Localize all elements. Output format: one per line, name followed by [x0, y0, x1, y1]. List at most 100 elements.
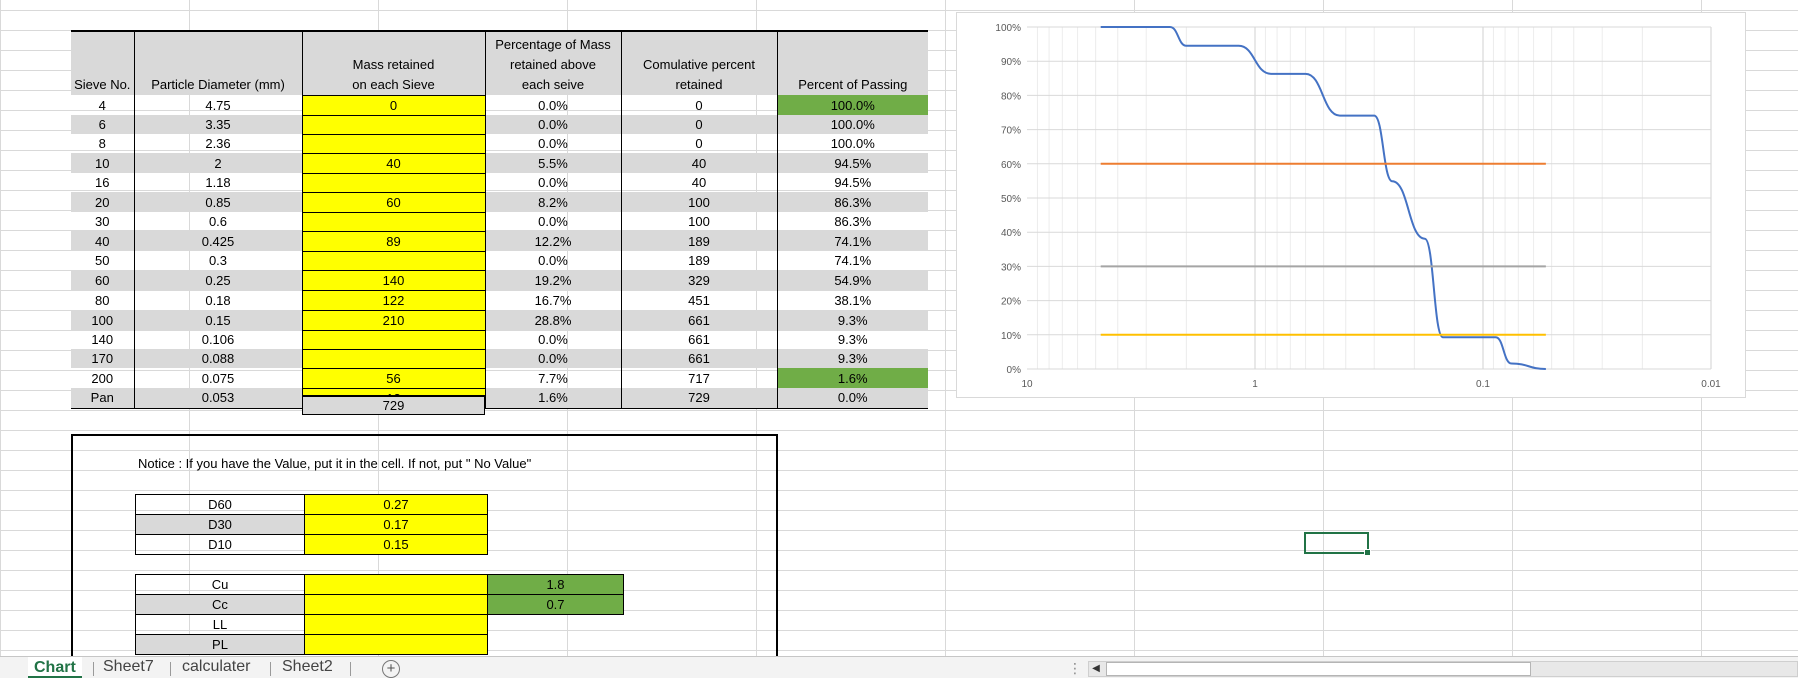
percent-passing-cell[interactable]: 94.5%: [777, 173, 928, 192]
d10-label[interactable]: D10: [135, 534, 305, 555]
cumulative-retained-cell[interactable]: 729: [621, 388, 778, 409]
header-sieve-no[interactable]: Sieve No.: [71, 31, 135, 95]
scrollbar-thumb[interactable]: [1106, 662, 1531, 676]
d30-value[interactable]: 0.17: [304, 514, 488, 535]
percent-passing-cell[interactable]: 9.3%: [777, 310, 928, 330]
mass-retained-cell[interactable]: 89: [301, 230, 486, 252]
cumulative-retained-cell[interactable]: 661: [621, 330, 778, 349]
percent-passing-cell[interactable]: 86.3%: [777, 212, 928, 231]
add-sheet-icon[interactable]: +: [382, 660, 400, 678]
mass-retained-cell[interactable]: 0: [301, 94, 486, 116]
ll-label[interactable]: LL: [135, 614, 305, 635]
percentage-retained-cell[interactable]: 5.5%: [485, 153, 622, 173]
cumulative-retained-cell[interactable]: 717: [621, 368, 778, 388]
sieve-no-cell[interactable]: 30: [71, 212, 135, 231]
sieve-no-cell[interactable]: 60: [71, 270, 135, 290]
particle-diameter-cell[interactable]: 0.075: [134, 368, 303, 388]
sieve-no-cell[interactable]: 40: [71, 231, 135, 251]
particle-diameter-cell[interactable]: 0.053: [134, 388, 303, 409]
gradation-chart[interactable]: 0% 10% 20% 30% 40% 50% 60% 70% 80% 90% 100% 10 1 0.1 0…: [956, 12, 1746, 398]
particle-diameter-cell[interactable]: 2.36: [134, 134, 303, 153]
mass-retained-cell[interactable]: [301, 211, 486, 232]
particle-diameter-cell[interactable]: 0.25: [134, 270, 303, 290]
cumulative-retained-cell[interactable]: 189: [621, 231, 778, 251]
sieve-no-cell[interactable]: 100: [71, 310, 135, 330]
cumulative-retained-cell[interactable]: 40: [621, 153, 778, 173]
mass-retained-cell[interactable]: 60: [301, 191, 486, 213]
particle-diameter-cell[interactable]: 0.088: [134, 349, 303, 368]
sieve-no-cell[interactable]: 200: [71, 368, 135, 388]
particle-diameter-cell[interactable]: 0.3: [134, 251, 303, 270]
percent-passing-cell[interactable]: 86.3%: [777, 192, 928, 212]
d60-value[interactable]: 0.27: [304, 494, 488, 515]
cumulative-retained-cell[interactable]: 0: [621, 95, 778, 115]
particle-diameter-cell[interactable]: 4.75: [134, 95, 303, 115]
cumulative-retained-cell[interactable]: 0: [621, 115, 778, 134]
percent-passing-cell[interactable]: 74.1%: [777, 251, 928, 270]
percentage-retained-cell[interactable]: 0.0%: [485, 95, 622, 115]
cumulative-retained-cell[interactable]: 0: [621, 134, 778, 153]
cu-result[interactable]: 1.8: [487, 574, 624, 595]
percentage-retained-cell[interactable]: 0.0%: [485, 212, 622, 231]
percent-passing-cell[interactable]: 100.0%: [777, 115, 928, 134]
percentage-retained-cell[interactable]: 28.8%: [485, 310, 622, 330]
mass-retained-cell[interactable]: [301, 329, 486, 350]
sieve-no-cell[interactable]: 4: [71, 95, 135, 115]
mass-retained-cell[interactable]: [301, 114, 486, 135]
d10-value[interactable]: 0.15: [304, 534, 488, 555]
d60-label[interactable]: D60: [135, 494, 305, 515]
particle-diameter-cell[interactable]: 3.35: [134, 115, 303, 134]
percentage-retained-cell[interactable]: 19.2%: [485, 270, 622, 290]
percentage-retained-cell[interactable]: 12.2%: [485, 231, 622, 251]
percentage-retained-cell[interactable]: 16.7%: [485, 290, 622, 310]
d30-label[interactable]: D30: [135, 514, 305, 535]
particle-diameter-cell[interactable]: 1.18: [134, 173, 303, 192]
percent-passing-cell[interactable]: 38.1%: [777, 290, 928, 310]
percent-passing-cell[interactable]: 9.3%: [777, 330, 928, 349]
percent-passing-cell[interactable]: 0.0%: [777, 388, 928, 409]
sieve-no-cell[interactable]: 50: [71, 251, 135, 270]
mass-retained-cell[interactable]: 122: [301, 289, 486, 311]
scroll-left-icon[interactable]: ◀: [1088, 661, 1104, 677]
percent-passing-cell[interactable]: 1.6%: [777, 368, 928, 388]
mass-retained-cell[interactable]: 140: [301, 269, 486, 291]
sieve-no-cell[interactable]: 20: [71, 192, 135, 212]
header-mass-retained[interactable]: Mass retained on each Sieve: [302, 31, 486, 95]
mass-retained-cell[interactable]: 210: [301, 309, 486, 331]
particle-diameter-cell[interactable]: 0.6: [134, 212, 303, 231]
percentage-retained-cell[interactable]: 0.0%: [485, 134, 622, 153]
mass-retained-cell[interactable]: 40: [301, 152, 486, 174]
mass-retained-cell[interactable]: [301, 250, 486, 271]
sieve-no-cell[interactable]: 140: [71, 330, 135, 349]
particle-diameter-cell[interactable]: 0.425: [134, 231, 303, 251]
mass-retained-cell[interactable]: [301, 348, 486, 369]
ll-input[interactable]: [304, 614, 488, 635]
tab-sheet2[interactable]: Sheet2: [276, 657, 339, 678]
sieve-no-cell[interactable]: 10: [71, 153, 135, 173]
sieve-no-cell[interactable]: Pan: [71, 388, 135, 409]
header-cumulative-retained[interactable]: Comulative percent retained: [621, 31, 778, 95]
sieve-no-cell[interactable]: 16: [71, 173, 135, 192]
particle-diameter-cell[interactable]: 0.106: [134, 330, 303, 349]
notice-text[interactable]: Notice : If you have the Value, put it i…: [138, 456, 531, 471]
mass-retained-cell[interactable]: 56: [301, 367, 486, 389]
percent-passing-cell[interactable]: 9.3%: [777, 349, 928, 368]
cu-label[interactable]: Cu: [135, 574, 305, 595]
cumulative-retained-cell[interactable]: 451: [621, 290, 778, 310]
selected-cell[interactable]: [1304, 532, 1371, 556]
tab-calculater[interactable]: calculater: [176, 657, 256, 678]
cumulative-retained-cell[interactable]: 329: [621, 270, 778, 290]
sieve-no-cell[interactable]: 170: [71, 349, 135, 368]
percent-passing-cell[interactable]: 100.0%: [777, 95, 928, 115]
cumulative-retained-cell[interactable]: 100: [621, 192, 778, 212]
cumulative-retained-cell[interactable]: 100: [621, 212, 778, 231]
header-percent-passing[interactable]: Percent of Passing: [777, 31, 928, 95]
percentage-retained-cell[interactable]: 8.2%: [485, 192, 622, 212]
sieve-no-cell[interactable]: 80: [71, 290, 135, 310]
percent-passing-cell[interactable]: 100.0%: [777, 134, 928, 153]
mass-retained-cell[interactable]: [301, 172, 486, 193]
cumulative-retained-cell[interactable]: 40: [621, 173, 778, 192]
cc-result[interactable]: 0.7: [487, 594, 624, 615]
cu-input[interactable]: [304, 574, 488, 595]
cc-input[interactable]: [304, 594, 488, 615]
